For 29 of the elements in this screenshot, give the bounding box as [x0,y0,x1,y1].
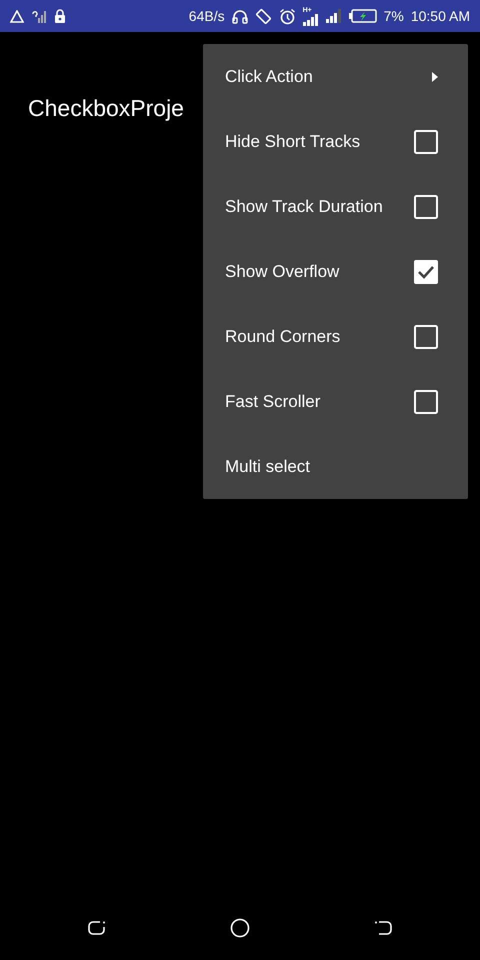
signal-icon [326,9,342,23]
menu-item[interactable]: Show Overflow [203,239,468,304]
lock-icon [54,9,66,23]
back-icon[interactable] [374,919,393,937]
menu-item[interactable]: Fast Scroller [203,369,468,434]
app-title: CheckboxProje [28,95,184,122]
menu-item[interactable]: Show Track Duration [203,174,468,239]
menu-item[interactable]: Round Corners [203,304,468,369]
signal-icon [302,14,319,26]
menu-item[interactable]: Hide Short Tracks [203,109,468,174]
rotate-icon [254,8,272,24]
warning-icon [10,10,24,22]
battery-charging-icon [348,9,377,23]
alarm-icon [278,8,296,24]
battery-level: 7% [384,8,404,24]
menu-item[interactable]: Multi select [203,434,468,499]
checkbox[interactable] [414,130,438,154]
clock-time: 10:50 AM [410,8,470,24]
menu-item[interactable]: Click Action [203,44,468,109]
network-speed: 64B/s [188,8,225,24]
checkbox[interactable] [414,194,438,218]
checkbox[interactable] [414,260,438,284]
recent-apps-icon[interactable] [87,919,106,937]
checkbox[interactable] [414,324,438,348]
headphones-icon [232,8,248,24]
submenu-arrow-icon [431,70,439,82]
checkbox[interactable] [414,390,438,414]
home-icon[interactable] [230,918,250,938]
signal-icon [31,9,47,23]
